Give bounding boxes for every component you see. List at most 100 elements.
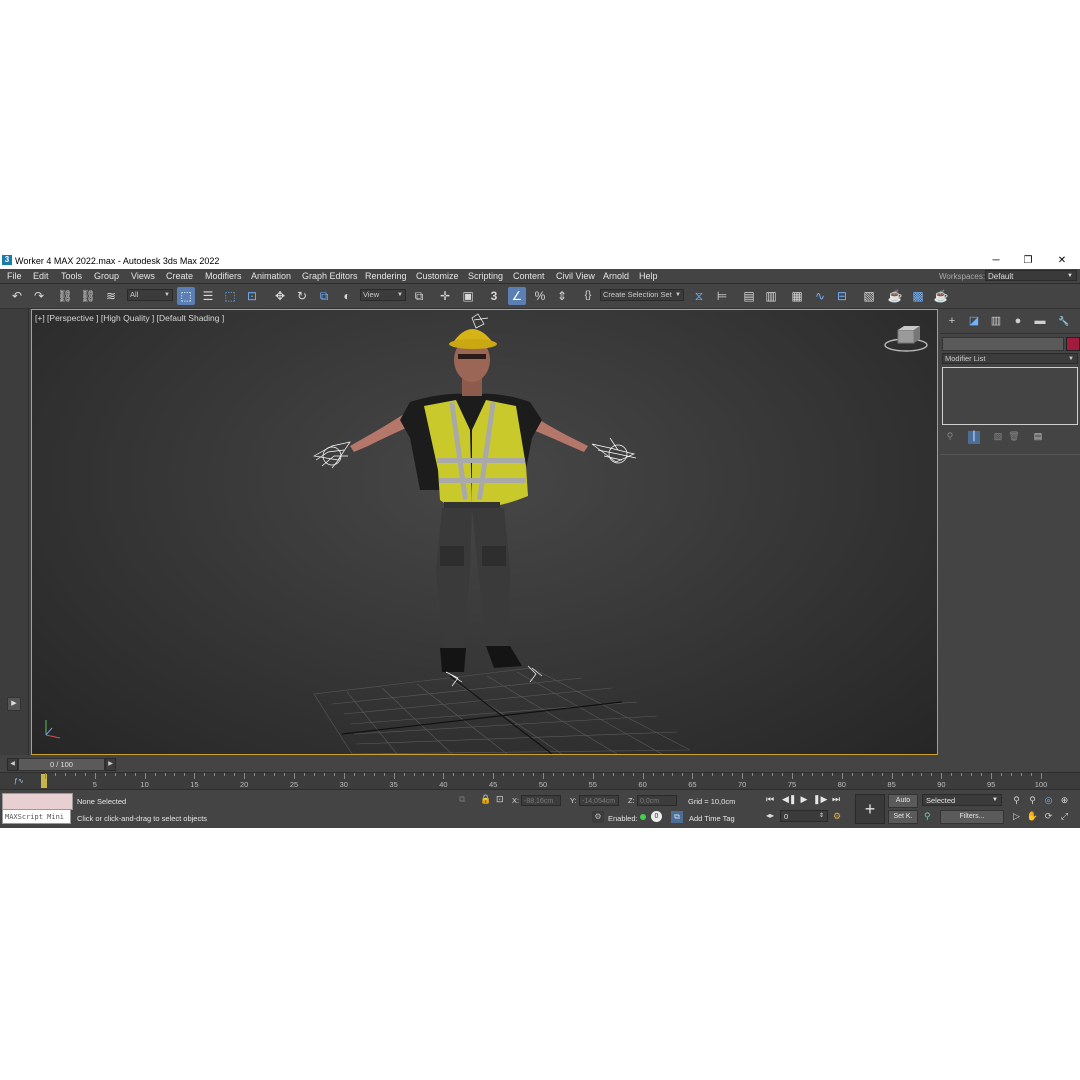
- reference-coordinate-dropdown[interactable]: View ▼: [360, 289, 406, 301]
- go-to-start-icon[interactable]: ⏮: [764, 794, 776, 805]
- modifier-list-dropdown[interactable]: Modifier List ▼: [942, 353, 1078, 364]
- schematic-view-icon[interactable]: ⊟: [833, 287, 851, 305]
- current-frame-spinner[interactable]: 0 ⇕: [780, 810, 828, 822]
- modifier-stack[interactable]: [942, 367, 1078, 425]
- key-filters-icon[interactable]: ⚲: [924, 811, 931, 822]
- rectangular-region-icon[interactable]: ⬚: [221, 287, 239, 305]
- menu-civil-view[interactable]: Civil View: [556, 271, 595, 281]
- x-coordinate-field[interactable]: -88,16cm: [521, 795, 561, 806]
- scene-explorer-icon[interactable]: ▦: [788, 287, 806, 305]
- absolute-mode-transform-icon[interactable]: ⊡: [496, 794, 504, 805]
- time-tag-icon[interactable]: 0: [651, 811, 662, 822]
- align-icon[interactable]: ⊨: [713, 287, 731, 305]
- z-coordinate-field[interactable]: 0,0cm: [637, 795, 677, 806]
- menu-edit[interactable]: Edit: [33, 271, 49, 281]
- pin-stack-icon[interactable]: ⚲: [944, 431, 956, 444]
- menu-animation[interactable]: Animation: [251, 271, 291, 281]
- render-setup-icon[interactable]: ☕: [886, 287, 904, 305]
- zoom-extents-all-icon[interactable]: ⊕: [1058, 794, 1071, 807]
- toggle-ribbon-icon[interactable]: ▥: [762, 287, 780, 305]
- maximize-button[interactable]: ❐: [1018, 254, 1038, 268]
- maximize-viewport-icon[interactable]: ⤢: [1058, 810, 1071, 823]
- named-selection-sets-icon[interactable]: {}: [579, 287, 597, 305]
- select-object-icon[interactable]: ⬚: [177, 287, 195, 305]
- pan-view-icon[interactable]: ✋: [1026, 810, 1039, 823]
- minimize-button[interactable]: ─: [986, 254, 1006, 268]
- remove-modifier-icon[interactable]: 🗑: [1008, 431, 1020, 444]
- set-key-big-button[interactable]: +: [855, 794, 885, 824]
- play-icon[interactable]: ▶: [798, 794, 810, 805]
- key-mode-dropdown[interactable]: Selected ▼: [922, 794, 1002, 806]
- maxscript-listener-output[interactable]: [2, 793, 73, 810]
- link-icon[interactable]: ⛓: [56, 287, 74, 305]
- select-by-name-icon[interactable]: ☰: [199, 287, 217, 305]
- unlink-icon[interactable]: ⛓: [79, 287, 97, 305]
- key-mode-toggle-icon[interactable]: ◂▸: [766, 811, 774, 820]
- menu-arnold[interactable]: Arnold: [603, 271, 629, 281]
- material-editor-icon[interactable]: ▧: [860, 287, 878, 305]
- set-key-button[interactable]: Set K.: [888, 810, 918, 824]
- go-to-end-icon[interactable]: ⏭: [830, 794, 842, 805]
- undo-icon[interactable]: ↶: [8, 287, 26, 305]
- render-production-icon[interactable]: ☕: [932, 287, 950, 305]
- menu-content[interactable]: Content: [513, 271, 545, 281]
- pivot-center-icon[interactable]: ⧉: [410, 287, 428, 305]
- rotate-icon[interactable]: ↻: [293, 287, 311, 305]
- close-button[interactable]: ✕: [1052, 254, 1072, 268]
- snaps-toggle-icon[interactable]: 3: [485, 287, 503, 305]
- spinner-snap-icon[interactable]: ⇕: [553, 287, 571, 305]
- selection-lock-icon[interactable]: 🔒: [480, 794, 491, 805]
- add-time-tag-icon[interactable]: ⧉: [671, 811, 683, 823]
- orbit-icon[interactable]: ⟳: [1042, 810, 1055, 823]
- rendered-frame-window-icon[interactable]: ▩: [909, 287, 927, 305]
- keyboard-shortcut-override-icon[interactable]: ▣: [459, 287, 477, 305]
- menu-graph-editors[interactable]: Graph Editors: [302, 271, 358, 281]
- hierarchy-tab-icon[interactable]: ▥: [988, 314, 1004, 328]
- zoom-icon[interactable]: ⚲: [1010, 794, 1023, 807]
- utilities-tab-icon[interactable]: 🔧: [1056, 314, 1072, 328]
- adaptive-degradation-icon[interactable]: ⚙: [592, 811, 604, 823]
- zoom-extents-icon[interactable]: ◎: [1042, 794, 1055, 807]
- move-icon[interactable]: ✥: [271, 287, 289, 305]
- menu-views[interactable]: Views: [131, 271, 155, 281]
- menu-help[interactable]: Help: [639, 271, 658, 281]
- expand-arrow-icon[interactable]: ▶: [7, 697, 21, 711]
- menu-tools[interactable]: Tools: [61, 271, 82, 281]
- angle-snap-icon[interactable]: ∠: [508, 287, 526, 305]
- isolate-selection-icon[interactable]: ⧉: [459, 794, 465, 805]
- manipulate-icon[interactable]: ✛: [436, 287, 454, 305]
- bind-space-warp-icon[interactable]: ≋: [102, 287, 120, 305]
- add-time-tag-label[interactable]: Add Time Tag: [689, 814, 735, 823]
- modify-tab-icon[interactable]: ◪: [966, 314, 982, 328]
- current-frame-marker[interactable]: [41, 774, 47, 788]
- make-unique-icon[interactable]: ▧: [992, 431, 1004, 444]
- menu-create[interactable]: Create: [166, 271, 193, 281]
- filters-button[interactable]: Filters...: [940, 810, 1004, 824]
- maxscript-mini-input[interactable]: MAXScript Mini: [2, 809, 71, 824]
- curve-editor-icon[interactable]: ∿: [811, 287, 829, 305]
- motion-tab-icon[interactable]: ●: [1010, 314, 1026, 328]
- workspaces-dropdown[interactable]: Default ▼: [985, 270, 1077, 281]
- track-bar[interactable]: ƒ∿ 5 10 15 20 25 30 35 40 45 50 55 60 65 70 75 80 85 90 95…: [0, 772, 1080, 790]
- menu-modifiers[interactable]: Modifiers: [205, 271, 242, 281]
- window-crossing-icon[interactable]: ⊡: [243, 287, 261, 305]
- redo-icon[interactable]: ↷: [30, 287, 48, 305]
- selection-filter-dropdown[interactable]: All ▼: [127, 289, 173, 301]
- create-selection-set-dropdown[interactable]: Create Selection Set ▼: [600, 289, 684, 301]
- y-coordinate-field[interactable]: -14,054cm: [579, 795, 619, 806]
- object-name-field[interactable]: [942, 337, 1064, 351]
- placement-icon[interactable]: ◐: [338, 287, 356, 305]
- percent-snap-icon[interactable]: %: [531, 287, 549, 305]
- time-configuration-icon[interactable]: ⚙: [833, 811, 841, 822]
- zoom-all-icon[interactable]: ⚲: [1026, 794, 1039, 807]
- menu-file[interactable]: File: [7, 271, 22, 281]
- time-slider[interactable]: 0 / 100: [18, 758, 105, 771]
- curve-editor-mini-icon[interactable]: ƒ∿: [14, 777, 24, 785]
- display-tab-icon[interactable]: ▬: [1032, 314, 1048, 328]
- auto-key-button[interactable]: Auto: [888, 794, 918, 808]
- enabled-indicator[interactable]: [640, 814, 646, 820]
- menu-scripting[interactable]: Scripting: [468, 271, 503, 281]
- create-tab-icon[interactable]: +: [944, 314, 960, 328]
- show-end-result-icon[interactable]: ┃: [968, 431, 980, 444]
- menu-customize[interactable]: Customize: [416, 271, 459, 281]
